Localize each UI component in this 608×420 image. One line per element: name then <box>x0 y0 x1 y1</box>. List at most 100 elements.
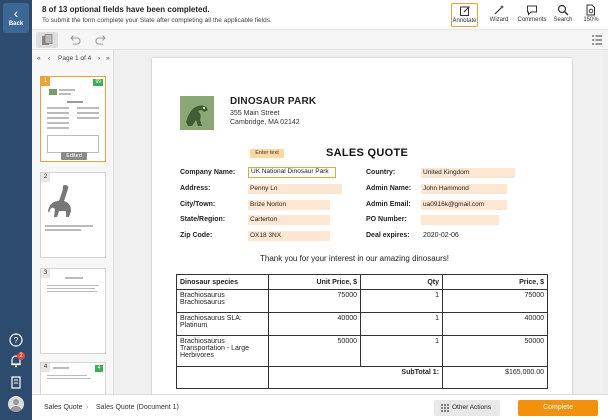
document-viewer: DINOSAUR PARK 355 Main Street Cambridge,… <box>114 50 608 394</box>
back-button[interactable]: ‹ Back <box>3 3 29 33</box>
table-cell <box>176 366 269 389</box>
breadcrumb-sales-quote[interactable]: Sales Quote <box>44 404 83 411</box>
po-number-field[interactable] <box>421 215 499 225</box>
document-page: DINOSAUR PARK 355 Main Street Cambridge,… <box>152 58 572 394</box>
outline-button[interactable] <box>590 33 604 47</box>
zoom-page-icon <box>586 4 595 16</box>
wizard-button[interactable]: Wizard <box>486 3 512 27</box>
table-cell: Brachiosaurus Brachiosaurus <box>176 289 269 313</box>
secondary-toolbar <box>32 30 608 50</box>
admin-name-field[interactable]: John Hammond <box>421 184 507 194</box>
list-icon <box>592 35 602 45</box>
country-label: Country: <box>366 169 396 176</box>
column-header: Price, $ <box>442 274 548 290</box>
admin-email-label: Admin Email: <box>366 201 411 208</box>
last-page-button[interactable]: » <box>106 55 110 62</box>
help-icon[interactable]: ? <box>9 333 23 347</box>
complete-button[interactable]: Complete <box>518 400 598 416</box>
address-label: Address: <box>180 185 211 192</box>
table-cell: 40000 <box>442 312 548 336</box>
left-sidebar: ‹ Back ? 2 <box>0 0 32 420</box>
admin-email-field[interactable]: ua0916k@gmail.com <box>421 200 507 210</box>
company-name-field[interactable]: UK National Dinosaur Park <box>248 167 336 178</box>
redo-button[interactable] <box>94 33 108 47</box>
page-thumbnail-2[interactable]: 2 <box>40 172 106 258</box>
annotate-icon <box>459 6 470 16</box>
table-row: Brachiosaurus Transportation - Large Her… <box>176 335 548 367</box>
edited-tag: Edited <box>61 152 87 160</box>
page-thumbnail-3[interactable]: 3 <box>40 268 106 354</box>
annotate-label: Annotate <box>452 18 477 24</box>
state-label: State/Region: <box>180 216 226 223</box>
deal-expires-value: 2020-02-06 <box>423 232 459 239</box>
thumbnail-badge: 4 <box>95 365 103 372</box>
zoom-level: 150% <box>583 17 599 23</box>
dinosaur-icon <box>180 96 214 130</box>
dinosaur-logo <box>180 96 214 130</box>
subtotal-value: $165,000.00 <box>442 366 548 389</box>
address-line-1: 355 Main Street <box>230 110 280 117</box>
pages-icon <box>42 34 53 45</box>
city-field[interactable]: Brize Norton <box>248 200 330 210</box>
search-button[interactable]: Search <box>552 3 574 27</box>
zip-label: Zip Code: <box>180 232 213 239</box>
po-number-label: PO Number: <box>366 216 407 223</box>
thumbnail-badge: 99 <box>93 79 103 86</box>
column-header: Dinosaur species <box>176 274 269 290</box>
breadcrumb-document: Sales Quote (Document 1) <box>96 404 179 411</box>
table-cell: 50000 <box>442 335 548 367</box>
page-thumbnail-4[interactable]: 4 4 <box>40 362 106 394</box>
redo-icon <box>95 35 106 45</box>
top-bar: 8 of 13 optional fields have been comple… <box>32 0 608 30</box>
zoom-button[interactable]: 150% <box>580 3 602 27</box>
brachiosaurus-image <box>48 185 71 217</box>
comment-icon <box>527 5 537 16</box>
prev-page-button[interactable]: ‹ <box>48 55 50 62</box>
thumbnail-number: 2 <box>41 173 50 182</box>
deal-expires-label: Deal expires: <box>366 232 410 239</box>
completion-message: 8 of 13 optional fields have been comple… <box>42 5 210 14</box>
page-thumbnails: « ‹ Page 1 of 4 › » 1 99 Edited 2 3 4 4 <box>32 50 114 394</box>
table-cell: Brachiosaurus Transportation - Large Her… <box>176 335 269 367</box>
undo-button[interactable] <box>68 33 82 47</box>
building-icon[interactable] <box>9 375 23 389</box>
table-cell: Brachiosaurus SLA: Platinum <box>176 312 269 336</box>
notification-badge: 2 <box>17 352 25 360</box>
page-thumbnail-1[interactable]: 1 99 Edited <box>40 76 106 162</box>
back-label: Back <box>8 21 24 27</box>
subtotal-row: SubTotal 1: $165,000.00 <box>176 366 548 389</box>
wand-icon <box>494 5 504 15</box>
chevron-left-icon: ‹ <box>13 5 19 21</box>
search-icon <box>557 4 569 16</box>
annotate-button[interactable]: Annotate <box>451 3 478 27</box>
state-field[interactable]: Carterton <box>248 215 330 225</box>
bottom-bar: Sales Quote › Sales Quote (Document 1) O… <box>32 394 608 420</box>
document-scrollbar[interactable] <box>603 50 608 394</box>
other-actions-label: Other Actions <box>452 404 492 411</box>
search-label: Search <box>553 17 573 23</box>
address-field[interactable]: Penny Ln <box>248 184 342 194</box>
page-pager: « ‹ Page 1 of 4 › » <box>32 50 113 68</box>
table-cell: 40000 <box>268 312 361 336</box>
column-header: Unit Price, $ <box>268 274 361 290</box>
table-cell: 75000 <box>268 289 361 313</box>
company-name: DINOSAUR PARK <box>230 96 317 107</box>
zip-field[interactable]: OX18 3NX <box>248 231 330 241</box>
avatar[interactable] <box>8 396 24 412</box>
table-cell: 1 <box>360 312 443 336</box>
next-page-button[interactable]: › <box>98 55 100 62</box>
table-cell: 1 <box>360 335 443 367</box>
company-name-label: Company Name: <box>180 169 236 176</box>
comments-label: Comments <box>517 17 547 23</box>
chevron-right-icon: › <box>86 404 89 411</box>
first-page-button[interactable]: « <box>37 55 41 62</box>
address-line-2: Cambridge, MA 02142 <box>230 119 300 126</box>
column-header: Qty <box>360 274 443 290</box>
thumbnail-number: 3 <box>41 269 50 278</box>
table-header-row: Dinosaur species Unit Price, $ Qty Price… <box>176 274 548 290</box>
country-field[interactable]: United Kingdom <box>421 168 515 178</box>
completion-hint: To submit the form complete your Slate a… <box>42 17 272 24</box>
pages-view-button[interactable] <box>36 32 58 48</box>
comments-button[interactable]: Comments <box>516 3 548 27</box>
other-actions-button[interactable]: Other Actions <box>434 400 500 416</box>
